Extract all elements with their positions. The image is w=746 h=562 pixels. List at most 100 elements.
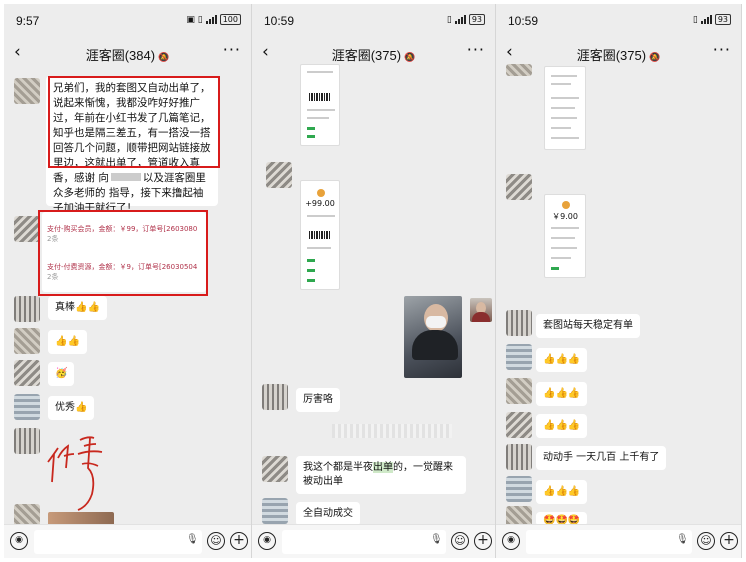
avatar[interactable] xyxy=(506,344,532,370)
voice-icon[interactable]: ◉ xyxy=(10,532,28,550)
payment-screenshot[interactable] xyxy=(300,64,340,146)
handwriting-image xyxy=(47,436,103,511)
mic-icon[interactable]: 🎙 xyxy=(186,534,199,545)
message-bubble: 👍👍👍 xyxy=(536,480,588,504)
battery-icon: 100 xyxy=(219,14,241,25)
avatar[interactable] xyxy=(14,328,40,354)
message-bubble: 👍👍👍 xyxy=(536,382,588,406)
avatar[interactable] xyxy=(262,456,288,482)
coin-icon xyxy=(317,189,325,197)
payment-screenshot[interactable] xyxy=(544,66,586,150)
input-bar: ◉ 🎙 ☺ + xyxy=(4,524,251,558)
chat-title: 涯客圈(384) 🔕 xyxy=(85,48,170,63)
message-bubble: 👍👍👍 xyxy=(536,414,588,438)
coin-icon xyxy=(562,201,570,209)
highlight-box xyxy=(38,210,208,296)
signal-icon xyxy=(700,15,712,24)
status-bar: 10:59 ▯ 93 xyxy=(496,4,741,34)
message-bubble: 我这个都是半夜出单的，一觉醒来被动出单 xyxy=(296,456,466,494)
status-time: 9:57 xyxy=(16,14,40,28)
plus-icon[interactable]: + xyxy=(720,532,738,550)
avatar[interactable] xyxy=(14,296,40,322)
battery-icon: 93 xyxy=(468,14,485,25)
status-bar: 9:57 ▣ ▯ 100 xyxy=(4,4,251,34)
status-icons: ▯ 93 xyxy=(447,14,485,25)
avatar[interactable] xyxy=(506,476,532,502)
payment-amount: ￥9.00 xyxy=(552,212,578,221)
status-time: 10:59 xyxy=(264,14,295,28)
avatar[interactable] xyxy=(506,64,532,76)
more-icon[interactable]: ··· xyxy=(713,40,731,59)
payment-amount: +99.00 xyxy=(305,199,335,208)
avatar[interactable] xyxy=(506,174,532,200)
avatar[interactable] xyxy=(506,378,532,404)
chat-title: 涯客圈(375) 🔕 xyxy=(576,48,661,63)
mute-icon: 🔕 xyxy=(158,52,170,62)
input-bar: ◉ 🎙 ☺ + xyxy=(496,524,741,558)
message-input[interactable] xyxy=(282,530,446,554)
blurred-name xyxy=(110,173,141,181)
more-icon[interactable]: ··· xyxy=(223,40,241,59)
status-time: 10:59 xyxy=(508,14,539,28)
chat-header: ‹ 涯客圈(384) 🔕 ··· xyxy=(4,36,251,70)
mute-icon: 🔕 xyxy=(649,52,661,62)
mute-icon: 🔕 xyxy=(404,52,416,62)
mic-icon[interactable]: 🎙 xyxy=(430,534,443,545)
avatar[interactable] xyxy=(14,216,40,242)
avatar[interactable] xyxy=(14,78,40,104)
signal-icon xyxy=(205,15,217,24)
emoji-icon[interactable]: ☺ xyxy=(697,532,715,550)
message-bubble: 👍👍👍 xyxy=(536,348,588,372)
status-icons: ▣ ▯ 100 xyxy=(186,14,241,25)
plus-icon[interactable]: + xyxy=(230,532,248,550)
vibrate-icon: ▯ xyxy=(446,14,452,25)
chat-screen-3: 10:59 ▯ 93 ‹ 涯客圈(375) 🔕 ··· ￥9.00 套图站每天稳… xyxy=(496,4,742,558)
voice-icon[interactable]: ◉ xyxy=(502,532,520,550)
input-bar: ◉ 🎙 ☺ + xyxy=(252,524,495,558)
avatar[interactable] xyxy=(506,444,532,470)
message-input[interactable] xyxy=(34,530,202,554)
payment-screenshot[interactable]: +99.00 xyxy=(300,180,340,290)
payment-screenshot[interactable]: ￥9.00 xyxy=(544,194,586,278)
blurred-content xyxy=(332,424,452,438)
mic-icon[interactable]: 🎙 xyxy=(676,534,689,545)
message-bubble: 全自动成交 xyxy=(296,502,360,526)
chat-header: ‹ 涯客圈(375) 🔕 ··· xyxy=(496,36,741,70)
chat-screen-2: 10:59 ▯ 93 ‹ 涯客圈(375) 🔕 ··· +99.00 厉害咯 我… xyxy=(252,4,496,558)
voice-icon[interactable]: ◉ xyxy=(258,532,276,550)
signal-icon xyxy=(454,15,466,24)
message-input[interactable] xyxy=(526,530,692,554)
chat-header: ‹ 涯客圈(375) 🔕 ··· xyxy=(252,36,495,70)
highlight-box xyxy=(48,76,220,168)
avatar[interactable] xyxy=(262,498,288,524)
message-bubble: 👍👍 xyxy=(48,330,87,354)
message-bubble: 🥳 xyxy=(48,362,75,386)
avatar[interactable] xyxy=(14,428,40,454)
battery-icon: 93 xyxy=(714,14,731,25)
avatar[interactable] xyxy=(14,394,40,420)
avatar[interactable] xyxy=(470,298,492,322)
chat-screen-1: 9:57 ▣ ▯ 100 ‹ 涯客圈(384) 🔕 ··· 兄弟们，我的套图又自动… xyxy=(4,4,252,558)
message-bubble: 动动手 一天几百 上千有了 xyxy=(536,446,667,470)
avatar[interactable] xyxy=(506,310,532,336)
message-bubble: 套图站每天稳定有单 xyxy=(536,314,640,338)
vibrate-icon: ▯ xyxy=(692,14,698,25)
plus-icon[interactable]: + xyxy=(474,532,492,550)
avatar[interactable] xyxy=(14,360,40,386)
photo-message[interactable] xyxy=(404,296,462,378)
message-bubble: 厉害咯 xyxy=(296,388,340,412)
highlighted-text: 出单 xyxy=(373,462,393,473)
more-icon[interactable]: ··· xyxy=(467,40,485,59)
avatar[interactable] xyxy=(266,162,292,188)
message-bubble: 真棒👍👍 xyxy=(48,296,107,320)
status-bar: 10:59 ▯ 93 xyxy=(252,4,495,34)
avatar[interactable] xyxy=(262,384,288,410)
screens: 9:57 ▣ ▯ 100 ‹ 涯客圈(384) 🔕 ··· 兄弟们，我的套图又自动… xyxy=(4,4,742,558)
vibrate-icon: ▣ ▯ xyxy=(186,14,203,25)
message-bubble: 优秀👍 xyxy=(48,396,95,420)
status-icons: ▯ 93 xyxy=(693,14,731,25)
chat-title: 涯客圈(375) 🔕 xyxy=(331,48,416,63)
emoji-icon[interactable]: ☺ xyxy=(451,532,469,550)
emoji-icon[interactable]: ☺ xyxy=(207,532,225,550)
avatar[interactable] xyxy=(506,412,532,438)
